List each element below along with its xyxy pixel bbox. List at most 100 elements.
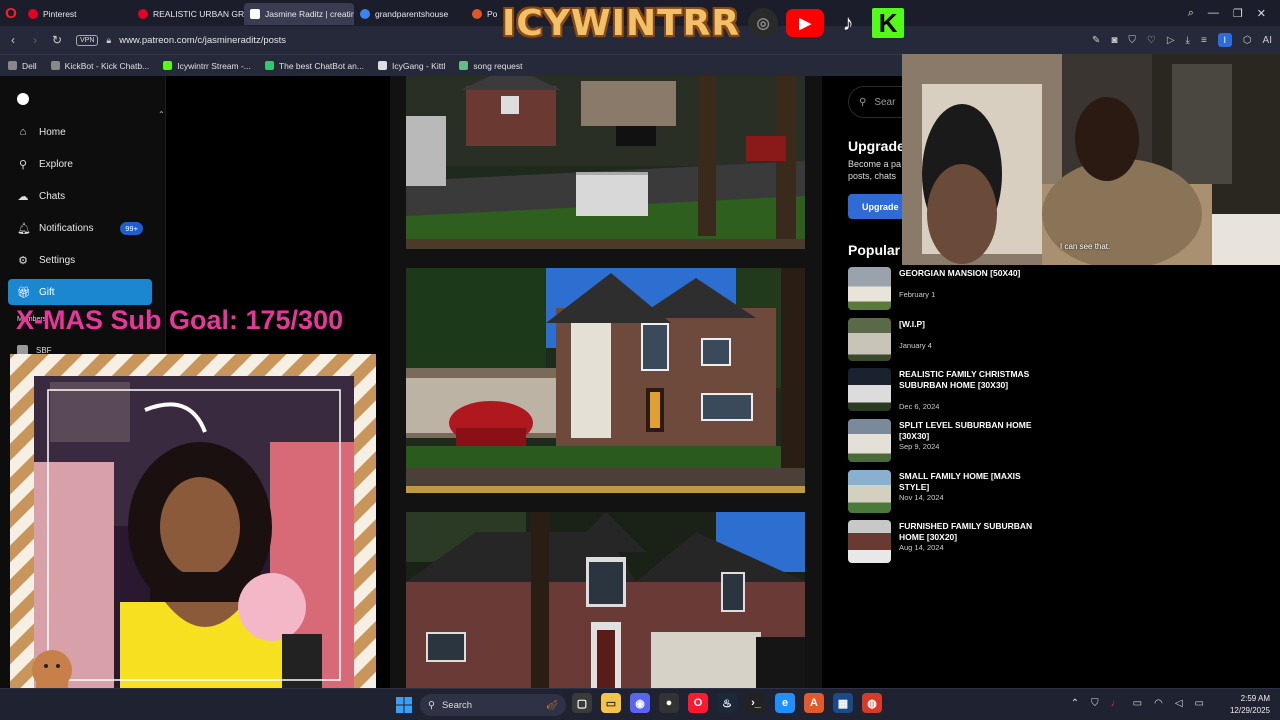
patreon-logo-icon[interactable] [17,93,29,105]
bookmark-label: song request [473,60,523,71]
stream-brand-overlay: ICYWINTRR ◎ ▶ ♪ K [502,0,905,46]
violin-icon: 🎻︎ [545,699,558,711]
collapse-sidebar-icon[interactable]: ⌃ [158,110,165,119]
sidebar-item-settings[interactable]: ⚙ Settings [8,247,152,273]
download-icon[interactable]: ⤓ [1186,35,1190,46]
tab-po[interactable]: Po [466,3,506,25]
sidebar-item-notifications[interactable]: 🔔︎ Notifications 99+ [8,215,152,241]
volume-icon[interactable]: ◁ [1175,698,1183,709]
popular-post-date: Nov 14, 2024 [899,493,944,502]
bookmark-song-request[interactable]: song request [459,60,523,71]
guest-facecam [0,352,376,720]
search-icon: ⚲ [428,699,435,711]
sidebar-item-explore[interactable]: ⚲ Explore [8,151,152,177]
tab-pinterest[interactable]: Pinterest [22,3,132,25]
photos-icon[interactable]: ▦ [833,693,853,713]
folder-icon [50,61,60,70]
popular-post[interactable]: SPLIT LEVEL SUBURBAN HOME [30X30] Sep 9,… [848,419,1048,463]
window-controls: ⌕ — ❐ ✕ [1188,0,1280,26]
popular-post[interactable]: GEORGIAN MANSION [50X40] February 1 [848,267,1048,311]
post-image[interactable] [406,512,805,688]
kick-logo-icon: K [872,8,905,38]
play-icon[interactable]: ▷ [1167,35,1175,46]
popular-post[interactable]: SMALL FAMILY HOME [MAXIS STYLE] Nov 14, … [848,470,1048,514]
shield-icon[interactable]: ⛉ [1128,35,1136,46]
steam-icon[interactable]: ♨ [717,693,737,713]
bookmark-icywintrr-stream[interactable]: Icywintrr Stream -... [163,61,251,71]
tab-label: Jasmine Raditz | creating [265,9,354,19]
site-favicon-icon [360,9,370,19]
post-image[interactable] [406,268,805,493]
upgrade-title: Upgrade [848,138,905,154]
bookmark-dell[interactable]: Dell [8,61,37,71]
ai-icon[interactable]: AI [1263,35,1272,46]
opera-menu-icon[interactable]: O [0,0,22,26]
display-icon[interactable]: ▭ [1133,698,1142,709]
lock-icon[interactable]: 🔒︎ [106,35,111,46]
music-icon [459,61,469,70]
github-icon[interactable]: ● [659,693,679,713]
windows-start-icon[interactable] [396,697,412,713]
post-thumbnail [848,318,891,361]
popular-post-date: Dec 6, 2024 [899,402,940,411]
maximize-button[interactable]: ❐ [1233,7,1243,20]
sidebar-item-chats[interactable]: ☁ Chats [8,183,152,209]
edit-icon[interactable]: ✎ [1092,35,1100,46]
wifi-icon[interactable]: ◠ [1154,698,1163,709]
upgrade-description: Become a pa posts, chats [848,158,908,182]
popular-post[interactable]: REALISTIC FAMILY CHRISTMAS SUBURBAN HOME… [848,368,1048,412]
back-button[interactable]: ‹ [2,33,24,47]
posts-feed [390,76,822,688]
youtube-icon: ▶ [786,9,825,37]
microphone-icon[interactable]: ♩ [1111,698,1121,709]
upgrade-button[interactable]: Upgrade [848,194,910,219]
task-view-icon[interactable]: ▢ [572,693,592,713]
tab-realistic-urban[interactable]: REALISTIC URBAN GRAND [132,3,244,25]
app-icon[interactable]: A [804,693,824,713]
terminal-icon[interactable]: ›_ [746,693,766,713]
taskbar-clock[interactable]: 2:59 AM 12/29/2025 [1230,693,1270,717]
close-button[interactable]: ✕ [1257,7,1266,20]
tiktok-icon: ♪ [842,10,854,35]
popular-post[interactable]: FURNISHED FAMILY SUBURBAN HOME [30X20] A… [848,520,1048,564]
tab-jasmine-raditz[interactable]: Jasmine Raditz | creating [244,3,354,25]
sidebar-item-gift[interactable]: 🎁︎ Gift [8,279,152,305]
bookmark-kickbot[interactable]: KickBot - Kick Chatb... [50,61,149,71]
menu-icon[interactable]: ≡ [1201,35,1207,46]
sidebar-item-home[interactable]: ⌂ Home [8,119,152,145]
bookmark-chatbot[interactable]: The best ChatBot an... [264,61,364,71]
camera-icon[interactable]: ◙ [1111,35,1117,46]
forward-button[interactable]: › [24,33,46,47]
upgrade-text-line: posts, chats [848,171,897,181]
kick-icon [163,61,173,70]
gear-icon: ⚙ [18,254,28,267]
file-explorer-icon[interactable]: ▭ [601,693,621,713]
minimize-button[interactable]: — [1208,7,1219,19]
opera-icon[interactable]: O [688,693,708,713]
tab-grandparentshouse[interactable]: grandparentshouse [354,3,466,25]
search-tabs-icon[interactable]: ⌕ [1188,7,1194,20]
gift-icon: 🎁︎ [17,286,31,299]
cube-icon[interactable]: ⬡ [1243,35,1252,46]
system-tray: ⌃ ⛉ ♩ ▭ ◠ ◁ ▭ [1071,698,1204,709]
taskbar-search[interactable]: ⚲ Search 🎻︎ [420,694,566,716]
popular-post[interactable]: [W.I.P] January 4 [848,318,1048,362]
streamer-facecam [902,54,1280,265]
popular-post-title: FURNISHED FAMILY SUBURBAN HOME [30X20] [899,521,1033,542]
shield-icon[interactable]: ⛉ [1091,698,1099,709]
chevron-up-icon[interactable]: ⌃ [1071,698,1079,709]
post-image[interactable] [406,76,805,249]
edge-icon[interactable]: e [775,693,795,713]
sidebar-item-label: Gift [39,286,55,298]
obs-icon[interactable]: ◍ [862,693,882,713]
heart-icon[interactable]: ♡ [1147,35,1156,46]
vpn-badge[interactable]: VPN [76,34,99,46]
bookmark-icygang[interactable]: IcyGang - Kittl [377,61,445,71]
post-thumbnail [848,368,891,411]
extension-icon[interactable]: I [1217,33,1232,47]
discord-icon[interactable]: ◉ [630,693,650,713]
url-field[interactable]: www.patreon.com/c/jasmineraditz/posts [119,35,286,46]
live-caption: I can see that. [1060,242,1111,251]
reload-button[interactable]: ↻ [46,33,68,47]
battery-icon[interactable]: ▭ [1195,698,1204,709]
